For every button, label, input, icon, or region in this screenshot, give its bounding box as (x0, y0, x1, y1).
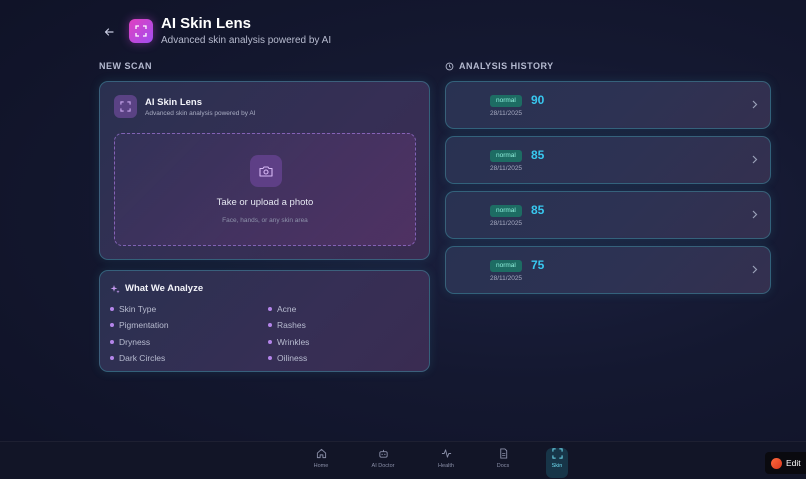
new-scan-label-text: NEW SCAN (99, 61, 152, 71)
scan-frame-icon (135, 24, 147, 37)
page-subtitle: Advanced skin analysis powered by AI (161, 35, 332, 46)
history-date: 28/11/2025 (490, 110, 523, 117)
analyze-item-label: Pigmentation (119, 320, 169, 331)
chevron-right-icon (752, 263, 758, 277)
history-date: 28/11/2025 (490, 165, 523, 172)
status-badge: normal (490, 95, 522, 107)
history-item[interactable]: normal 90 28/11/2025 (445, 81, 771, 129)
history-icon (445, 62, 454, 70)
status-badge: normal (490, 150, 522, 162)
bullet-dot (268, 339, 272, 344)
bullet-dot (268, 356, 272, 361)
scan-card-title: AI Skin Lens (145, 96, 203, 108)
chevron-right-icon (752, 208, 758, 222)
scan-card-subtitle: Advanced skin analysis powered by AI (145, 109, 256, 117)
nav-item-health[interactable]: Health (428, 448, 464, 478)
new-scan-card: AI Skin Lens Advanced skin analysis powe… (99, 81, 430, 260)
analyze-item-label: Rashes (277, 320, 306, 331)
skin-score: 75 (531, 258, 545, 272)
analyze-item-wrinkles: Wrinkles (268, 337, 418, 347)
app-logo (129, 18, 153, 43)
nav-item-home[interactable]: Home (303, 448, 339, 478)
bullet-dot (110, 339, 114, 344)
bullet-dot (110, 323, 114, 328)
scan-frame-icon (120, 101, 131, 112)
nav-item-docs[interactable]: Docs (485, 448, 521, 478)
skin-score: 85 (531, 203, 545, 217)
robot-icon (378, 449, 388, 458)
photo-upload-dropzone[interactable]: Take or upload a photo Face, hands, or a… (114, 133, 416, 246)
edit-label: Edit (786, 458, 801, 468)
analyze-item-skin-type: Skin Type (110, 304, 268, 314)
camera-button[interactable] (250, 155, 282, 187)
activity-icon (441, 449, 451, 458)
bullet-dot (268, 306, 272, 311)
analyze-item-dark-circles: Dark Circles (110, 353, 268, 364)
chevron-right-icon (752, 153, 758, 167)
arrow-left-icon (104, 27, 114, 36)
history-item[interactable]: normal 75 28/11/2025 (445, 246, 771, 294)
nav-label: Home (313, 463, 329, 469)
what-we-analyze-card: What We Analyze Skin Type Acne Pigmentat… (99, 270, 430, 372)
edit-logo-icon (771, 457, 782, 469)
bullet-dot (110, 356, 114, 361)
analyze-item-oiliness: Oiliness (268, 353, 418, 364)
chevron-right-icon (752, 98, 758, 112)
bullet-dot (268, 323, 272, 328)
bullet-dot (110, 306, 114, 311)
nav-label: Health (438, 463, 454, 469)
edit-button[interactable]: Edit (765, 452, 806, 474)
new-scan-label: NEW SCAN (99, 61, 152, 71)
upload-hint: Face, hands, or any skin area (222, 217, 308, 224)
analyze-header: What We Analyze (110, 283, 203, 294)
scan-card-icon (114, 95, 137, 118)
nav-label: AI Doctor (371, 463, 395, 469)
analyze-item-label: Acne (277, 303, 297, 314)
nav-label: Skin (551, 463, 563, 469)
bottom-nav: Home AI Doctor Health Docs Skin (0, 441, 806, 479)
page-header: AI Skin Lens Advanced skin analysis powe… (98, 15, 331, 46)
home-icon (316, 448, 326, 459)
nav-item-ai-doctor[interactable]: AI Doctor (365, 448, 401, 478)
scan-card-header: AI Skin Lens Advanced skin analysis powe… (114, 95, 256, 118)
status-badge: normal (490, 260, 522, 272)
history-item[interactable]: normal 85 28/11/2025 (445, 191, 771, 239)
analyze-item-pigmentation: Pigmentation (110, 320, 268, 331)
status-badge: normal (490, 205, 522, 217)
analyze-list: Skin Type Acne Pigmentation Rashes Dryne… (110, 304, 425, 363)
page-title: AI Skin Lens (161, 15, 252, 32)
analyze-item-rashes: Rashes (268, 320, 418, 331)
analyze-item-label: Wrinkles (277, 336, 310, 347)
history-item[interactable]: normal 85 28/11/2025 (445, 136, 771, 184)
analyze-item-label: Dryness (119, 336, 151, 347)
nav-item-skin[interactable]: Skin (546, 448, 568, 478)
scan-icon (551, 448, 563, 459)
analyze-item-dryness: Dryness (110, 337, 268, 347)
analyze-item-acne: Acne (268, 304, 418, 314)
history-label-text: ANALYSIS HISTORY (459, 61, 554, 71)
upload-instruction: Take or upload a photo (216, 197, 314, 208)
history-label: ANALYSIS HISTORY (445, 61, 554, 71)
analyze-item-label: Skin Type (119, 303, 157, 314)
back-button[interactable] (98, 21, 120, 43)
camera-icon (259, 166, 273, 177)
document-icon (499, 448, 507, 459)
sparkles-icon (110, 284, 120, 293)
skin-score: 85 (531, 148, 545, 162)
skin-score: 90 (531, 93, 545, 107)
nav-label: Docs (496, 463, 510, 469)
analyze-item-label: Oiliness (277, 353, 308, 364)
history-date: 28/11/2025 (490, 275, 523, 282)
history-date: 28/11/2025 (490, 220, 523, 227)
analyze-item-label: Dark Circles (119, 353, 166, 364)
analyze-title: What We Analyze (125, 283, 204, 294)
